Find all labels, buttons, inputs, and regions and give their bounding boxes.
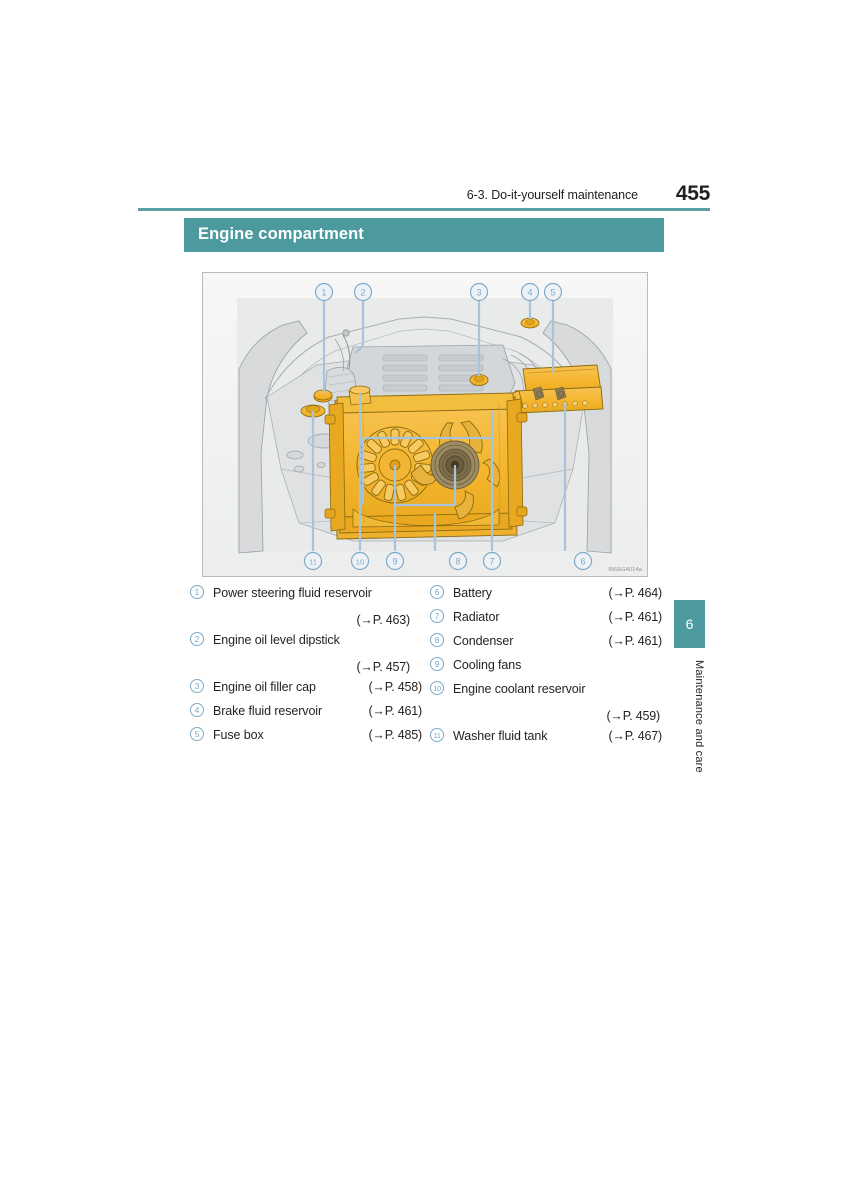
- legend-number-11: 11: [430, 728, 444, 742]
- svg-text:5: 5: [550, 288, 555, 298]
- legend-number-6: 6: [430, 585, 444, 599]
- legend-item-4: 4 Brake fluid reservoir (→P. 461): [190, 703, 422, 727]
- legend-item-5: 5 Fuse box (→P. 485): [190, 727, 422, 751]
- section-title-band: Engine compartment: [184, 218, 664, 252]
- legend-number-5: 5: [190, 727, 204, 741]
- svg-text:11: 11: [309, 558, 317, 567]
- engine-compartment-diagram: 1 2 3 4 5 11 10 9 8 7 6: [203, 273, 647, 576]
- engine-compartment-illustration: 1 2 3 4 5 11 10 9 8 7 6 IN6&G4014a: [202, 272, 648, 577]
- legend-ref-3[interactable]: (→P. 458): [368, 680, 422, 694]
- legend-number-3: 3: [190, 679, 204, 693]
- svg-text:2: 2: [360, 288, 365, 298]
- page-number: 455: [675, 182, 710, 205]
- legend-label-10: Engine coolant reservoir: [453, 682, 586, 696]
- section-title: Engine compartment: [198, 225, 364, 243]
- illustration-code: IN6&G4014a: [608, 567, 642, 573]
- legend-number-7: 7: [430, 609, 444, 623]
- legend-ref-5[interactable]: (→P. 485): [368, 728, 422, 742]
- legend-number-4: 4: [190, 703, 204, 717]
- chapter-tab-number: 6: [685, 616, 694, 632]
- header-rule: [138, 208, 710, 211]
- highlight-radiator-assembly: [324, 385, 528, 540]
- legend-number-9: 9: [430, 657, 444, 671]
- legend-ref-8[interactable]: (→P. 461): [608, 634, 662, 648]
- svg-text:6: 6: [580, 557, 585, 567]
- legend-item-10: 10 Engine coolant reservoir (→P. 459): [430, 681, 662, 728]
- legend-label-4: Brake fluid reservoir: [213, 704, 323, 718]
- legend-label-8: Condenser: [453, 634, 514, 648]
- legend-ref-4[interactable]: (→P. 461): [368, 704, 422, 718]
- legend-label-3: Engine oil filler cap: [213, 680, 316, 694]
- legend-label-2: Engine oil level dipstick: [213, 633, 340, 647]
- legend-ref-7[interactable]: (→P. 461): [608, 610, 662, 624]
- svg-text:9: 9: [392, 557, 397, 567]
- legend-ref-1[interactable]: (→P. 463): [190, 609, 422, 632]
- highlight-brake-fluid-cap: [520, 317, 540, 329]
- legend-ref-2[interactable]: (→P. 457): [190, 656, 422, 679]
- svg-text:3: 3: [476, 288, 481, 298]
- legend-item-8: 8 Condenser (→P. 461): [430, 633, 662, 657]
- legend-number-8: 8: [430, 633, 444, 647]
- chapter-tab[interactable]: 6: [674, 600, 705, 648]
- legend-ref-10[interactable]: (→P. 459): [430, 705, 662, 728]
- legend-column-left: 1 Power steering fluid reservoir (→P. 46…: [190, 585, 422, 752]
- svg-text:4: 4: [527, 288, 532, 298]
- legend-label-1: Power steering fluid reservoir: [213, 586, 372, 600]
- legend-item-3: 3 Engine oil filler cap (→P. 458): [190, 679, 422, 703]
- svg-text:8: 8: [455, 557, 460, 567]
- chapter-title: 6-3. Do-it-yourself maintenance: [466, 188, 638, 202]
- legend-ref-6[interactable]: (→P. 464): [608, 586, 662, 600]
- legend-label-5: Fuse box: [213, 728, 264, 742]
- legend-item-7: 7 Radiator (→P. 461): [430, 609, 662, 633]
- page-header: 6-3. Do-it-yourself maintenance 455: [138, 178, 711, 208]
- legend-item-1: 1 Power steering fluid reservoir (→P. 46…: [190, 585, 422, 632]
- legend-number-10: 10: [430, 681, 444, 695]
- legend-item-9: 9 Cooling fans: [430, 657, 662, 681]
- legend-column-right: 6 Battery (→P. 464) 7 Radiator (→P. 461)…: [430, 585, 662, 753]
- legend-number-1: 1: [190, 585, 204, 599]
- legend-item-11: 11 Washer fluid tank (→P. 467): [430, 728, 662, 752]
- highlight-oil-filler-cap: [469, 374, 489, 386]
- legend-item-6: 6 Battery (→P. 464): [430, 585, 662, 609]
- legend-label-7: Radiator: [453, 610, 500, 624]
- legend-label-6: Battery: [453, 586, 492, 600]
- svg-text:7: 7: [489, 557, 494, 567]
- legend-label-9: Cooling fans: [453, 658, 522, 672]
- legend-ref-11[interactable]: (→P. 467): [608, 729, 662, 743]
- svg-text:10: 10: [356, 558, 364, 567]
- legend-label-11: Washer fluid tank: [453, 729, 548, 743]
- legend-number-2: 2: [190, 632, 204, 646]
- svg-text:1: 1: [321, 288, 326, 298]
- chapter-tab-label: Maintenance and care: [693, 660, 705, 773]
- legend-item-2: 2 Engine oil level dipstick (→P. 457): [190, 632, 422, 679]
